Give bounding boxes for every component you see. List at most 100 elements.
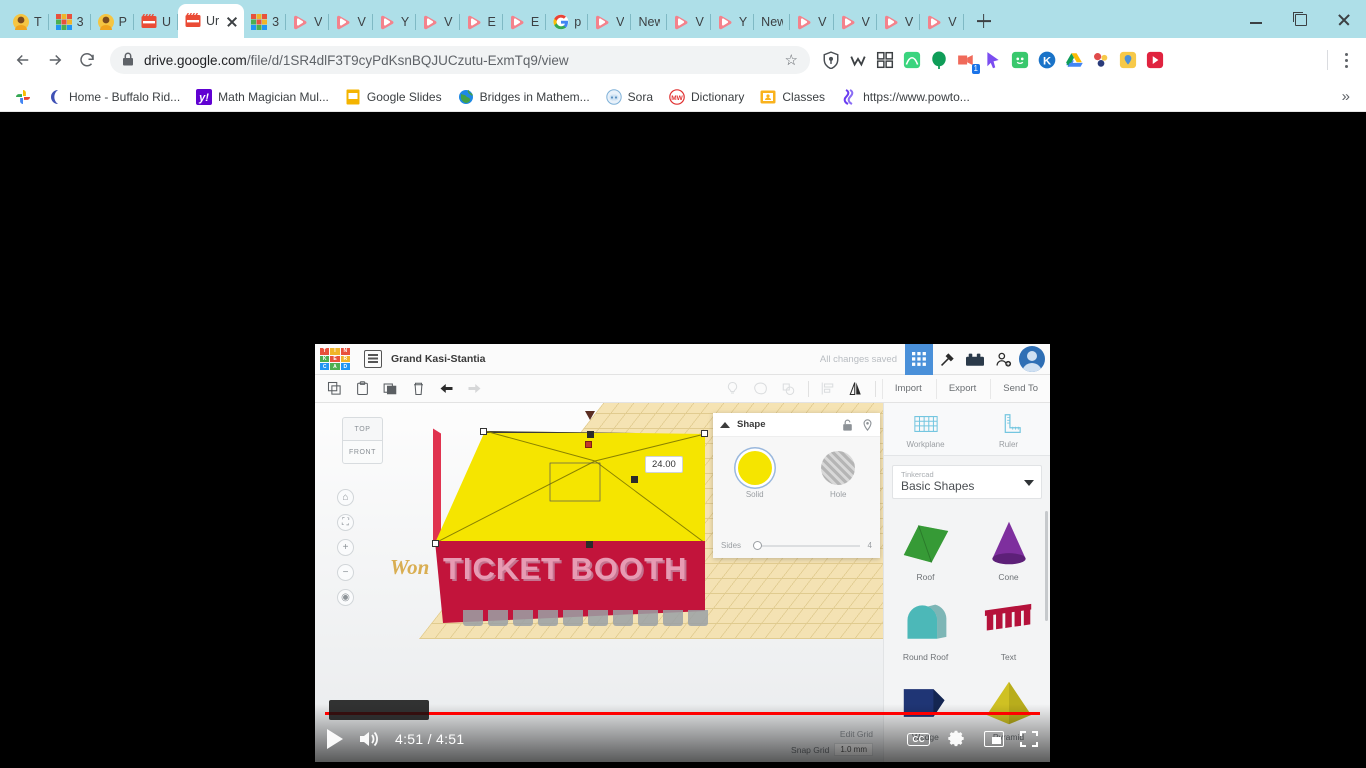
minimize-icon[interactable]: [1234, 6, 1278, 32]
grid-view-icon[interactable]: [905, 344, 933, 375]
browser-tab[interactable]: U: [134, 6, 178, 38]
shape-option-hole[interactable]: Hole: [821, 451, 856, 499]
browser-tab[interactable]: V: [834, 6, 877, 38]
hole-swatch[interactable]: [821, 451, 856, 485]
new-tab-button[interactable]: [970, 7, 998, 35]
fullscreen-icon[interactable]: [1020, 731, 1038, 747]
browser-tab[interactable]: E: [503, 6, 547, 38]
sides-slider-track[interactable]: [753, 540, 860, 550]
view-cube-top[interactable]: TOP: [342, 417, 383, 441]
back-arrow-icon[interactable]: [8, 45, 38, 75]
browser-tab[interactable]: V: [416, 6, 460, 38]
browser-tab[interactable]: T: [6, 6, 49, 38]
undo-icon[interactable]: [433, 378, 459, 400]
sides-slider-knob[interactable]: [753, 540, 762, 550]
browser-tab[interactable]: V: [329, 6, 373, 38]
export-button[interactable]: Export: [935, 378, 988, 399]
bookmark-item[interactable]: y! Math Magician Mul...: [189, 86, 336, 108]
yellow-pin-extension-icon[interactable]: [1117, 49, 1139, 71]
bookmark-star-icon[interactable]: ☆: [785, 51, 798, 69]
molecule-extension-icon[interactable]: [1090, 49, 1112, 71]
maximize-icon[interactable]: [1278, 6, 1322, 32]
shape-library-item[interactable]: Roof: [884, 508, 967, 588]
browser-tab[interactable]: New: [754, 6, 791, 38]
browser-tab[interactable]: P: [91, 6, 134, 38]
apps-grid-icon[interactable]: [874, 49, 896, 71]
blocks-icon[interactable]: [961, 344, 989, 375]
solid-swatch[interactable]: [737, 451, 772, 485]
bookmark-item[interactable]: [8, 86, 38, 108]
resize-handle[interactable]: [587, 431, 594, 438]
duplicate-icon[interactable]: [377, 378, 403, 400]
workplane-tool[interactable]: Workplane: [884, 403, 967, 455]
bookmark-item[interactable]: Google Slides: [338, 86, 449, 108]
shape-library-item[interactable]: Cone: [967, 508, 1050, 588]
add-person-icon[interactable]: [989, 344, 1017, 375]
forward-arrow-icon[interactable]: [40, 45, 70, 75]
shape-option-solid[interactable]: Solid: [737, 451, 772, 499]
booth-roof-shape[interactable]: [435, 431, 705, 543]
settings-gear-icon[interactable]: [946, 728, 968, 750]
bookmarks-overflow-button[interactable]: »: [1334, 88, 1358, 105]
shape-library-item[interactable]: Round Roof: [884, 588, 967, 668]
delete-icon[interactable]: [405, 378, 431, 400]
green-balloon-extension-icon[interactable]: [928, 49, 950, 71]
browser-tab[interactable]: Ur: [177, 4, 245, 38]
height-handle[interactable]: [585, 441, 592, 448]
ungroup-icon[interactable]: [776, 378, 802, 400]
shield-extension-icon[interactable]: [820, 49, 842, 71]
ruler-tool[interactable]: Ruler: [967, 403, 1050, 455]
miniplayer-icon[interactable]: [984, 731, 1004, 747]
play-button[interactable]: [327, 729, 343, 749]
video-progress-bar[interactable]: [325, 712, 1040, 715]
design-list-icon[interactable]: [364, 350, 382, 368]
bookmark-item[interactable]: Sora: [599, 86, 660, 108]
browser-tab[interactable]: V: [877, 6, 921, 38]
cursor-extension-icon[interactable]: [982, 49, 1004, 71]
align-icon[interactable]: [815, 378, 841, 400]
browser-tab[interactable]: 3: [49, 6, 91, 38]
browser-tab[interactable]: E: [460, 6, 503, 38]
fit-view-icon[interactable]: ⛶: [337, 514, 354, 531]
three-dot-menu-icon[interactable]: [1334, 52, 1358, 68]
collapse-caret-icon[interactable]: [720, 421, 730, 428]
bookmark-item[interactable]: Bridges in Mathem...: [451, 86, 597, 108]
browser-tab[interactable]: Y: [373, 6, 417, 38]
reload-icon[interactable]: [72, 45, 102, 75]
captions-button[interactable]: CC: [907, 732, 930, 746]
screencastify-extension-icon[interactable]: 1: [955, 49, 980, 74]
bookmark-item[interactable]: MW Dictionary: [662, 86, 751, 108]
browser-tab[interactable]: 3: [244, 6, 287, 38]
copy-icon[interactable]: [321, 378, 347, 400]
red-play-extension-icon[interactable]: [1144, 49, 1166, 71]
tools-icon[interactable]: [933, 344, 961, 375]
browser-tab[interactable]: V: [667, 6, 711, 38]
group-icon[interactable]: [748, 378, 774, 400]
mirror-icon[interactable]: [843, 378, 869, 400]
pin-icon[interactable]: [862, 418, 873, 431]
browser-tab[interactable]: Y: [711, 6, 755, 38]
resize-handle[interactable]: [701, 430, 708, 437]
lock-icon[interactable]: [842, 419, 853, 431]
library-scrollbar[interactable]: [1045, 511, 1048, 621]
resize-handle[interactable]: [432, 540, 439, 547]
desmos-extension-icon[interactable]: [901, 49, 923, 71]
import-button[interactable]: Import: [881, 378, 934, 399]
sides-slider[interactable]: Sides 4: [713, 540, 880, 550]
browser-tab[interactable]: V: [588, 6, 632, 38]
redo-icon[interactable]: [461, 378, 487, 400]
shape-library-item[interactable]: Text: [967, 588, 1050, 668]
view-cube-front[interactable]: FRONT: [342, 440, 383, 464]
google-drive-extension-icon[interactable]: [1063, 49, 1085, 71]
zoom-out-icon[interactable]: −: [337, 564, 354, 581]
address-bar[interactable]: drive.google.com/file/d/1SR4dlF3T9cyPdKs…: [110, 46, 810, 74]
home-view-icon[interactable]: ⌂: [337, 489, 354, 506]
bookmark-item[interactable]: https://www.powto...: [834, 86, 977, 108]
classdojo-extension-icon[interactable]: [1009, 49, 1031, 71]
close-icon[interactable]: [1322, 6, 1366, 32]
resize-handle[interactable]: [480, 428, 487, 435]
chevron-down-icon[interactable]: [1024, 480, 1034, 486]
browser-tab[interactable]: V: [286, 6, 330, 38]
tab-close-icon[interactable]: [224, 13, 240, 29]
view-cube[interactable]: TOP FRONT: [339, 417, 386, 464]
